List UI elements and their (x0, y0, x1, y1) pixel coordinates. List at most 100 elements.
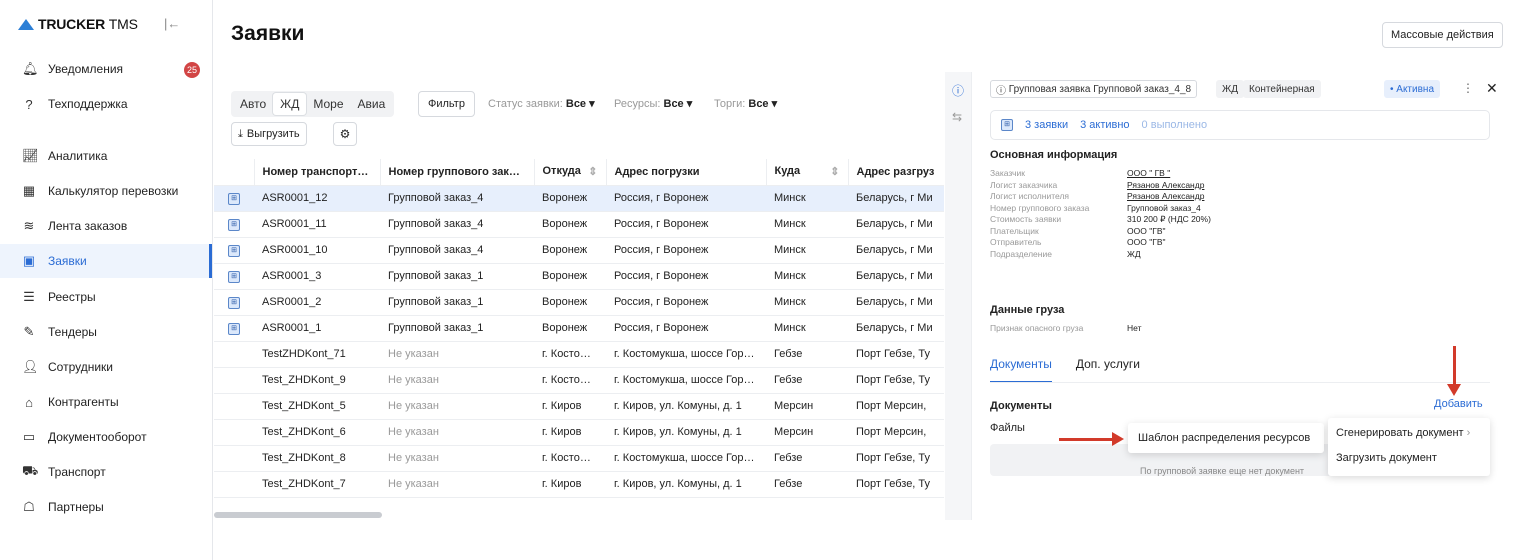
table-row[interactable]: Test_ZHDKont_8 Не указан г. Косто… г. Косто… (214, 445, 944, 472)
table-row[interactable]: Test_ZHDKont_5 Не указан г. Киров г. Киров,… (214, 393, 944, 420)
column-header[interactable]: Адрес разгруз (848, 159, 944, 186)
column-header[interactable]: Откуда ⇕ (534, 159, 607, 186)
add-document-link[interactable]: Добавить (1434, 398, 1483, 410)
table-cell: Не указан (380, 367, 534, 394)
info-label: Логист исполнителя (990, 191, 1070, 201)
table-row[interactable]: TestZHDKont_71 Не указан г. Косто… г. Косто… (214, 341, 944, 368)
tab-mode[interactable]: Море (306, 93, 350, 115)
truck-icon: ⛟ (22, 463, 39, 478)
table-cell: Гебзе (766, 471, 848, 498)
tab-documents[interactable]: Документы (990, 357, 1052, 383)
swap-icon[interactable]: ⇆ (952, 110, 962, 124)
table-row[interactable]: ⊞ ASR0001_2 Групповой заказ_1 Воронеж Россия… (214, 289, 944, 316)
table-row[interactable]: Test_ZHDKont_7 Не указан г. Киров г. Киров,… (214, 471, 944, 498)
table-cell: Воронеж (534, 237, 606, 264)
table-cell: Test_ZHDKont_7 (254, 471, 380, 498)
column-header[interactable]: Адрес погрузки (606, 159, 767, 186)
auctions-filter-dropdown[interactable]: Торги: Все ▾ (714, 97, 777, 110)
tab-mode[interactable]: Авто (233, 93, 273, 115)
sidebar-item[interactable]: 📈︎ Аналитика (0, 139, 212, 173)
tab-mode[interactable]: ЖД (273, 93, 307, 115)
table-cell: г. Косто… (534, 367, 606, 394)
table-cell: ASR0001_3 (254, 263, 380, 290)
container-chip: Контейнерная (1243, 80, 1321, 98)
tab-mode[interactable]: Авиа (351, 93, 393, 115)
resources-filter-dropdown[interactable]: Ресурсы: Все ▾ (614, 97, 692, 110)
sort-icon[interactable]: ⇕ (588, 165, 597, 178)
table-horizontal-scrollbar[interactable] (214, 512, 382, 518)
table-cell: Test_ZHDKont_6 (254, 419, 380, 446)
sidebar-item[interactable]: ⛟ Транспорт (0, 455, 212, 489)
table-cell: ASR0001_12 (254, 185, 380, 212)
collapse-sidebar-icon[interactable]: |← (164, 16, 180, 31)
mass-actions-button[interactable]: Массовые действия (1382, 22, 1503, 48)
generate-document-item[interactable]: Сгенерировать документ › (1336, 427, 1470, 439)
requests-count[interactable]: 3 заявки (1025, 119, 1068, 131)
info-value[interactable]: Рязанов Александр (1127, 180, 1204, 190)
sidebar-item[interactable]: ☰ Реестры (0, 280, 212, 314)
table-cell: Беларусь, г Ми (848, 289, 944, 316)
download-icon: ⤓ (238, 127, 243, 140)
column-header[interactable]: Куда ⇕ (766, 159, 849, 186)
sidebar-item[interactable]: ⌂ Контрагенты (0, 385, 212, 419)
sidebar-item[interactable]: 👤︎ Сотрудники (0, 350, 212, 384)
column-header[interactable]: Номер транспорти… (254, 159, 381, 186)
table-cell: г. Костомукша, шоссе Гор… (606, 367, 766, 394)
table-cell: Минск (766, 211, 848, 238)
column-header[interactable]: Номер группового заказа (380, 159, 535, 186)
info-value: ООО "ГВ" (1127, 225, 1166, 236)
info-icon[interactable]: ⓘ (952, 82, 964, 99)
sort-icon[interactable]: ⇕ (830, 165, 839, 178)
row-icon-cell (214, 445, 254, 472)
close-icon[interactable]: ✕ (1486, 80, 1498, 97)
table-cell: Гебзе (766, 341, 848, 368)
export-label: Выгрузить (246, 128, 300, 140)
status-filter-dropdown[interactable]: Статус заявки: Все ▾ (488, 97, 595, 110)
table-row[interactable]: Test_ZHDKont_6 Не указан г. Киров г. Киров,… (214, 419, 944, 446)
active-count[interactable]: 3 активно (1080, 119, 1129, 131)
table-row[interactable]: ⊞ ASR0001_10 Групповой заказ_4 Воронеж Росси… (214, 237, 944, 264)
table-row[interactable]: ⊞ ASR0001_12 Групповой заказ_4 Воронеж Росси… (214, 185, 944, 212)
feed-icon: ≋ (23, 218, 35, 233)
sidebar-item[interactable]: ▦ Калькулятор перевозки (0, 174, 212, 208)
settings-gear-icon[interactable]: ⚙ (333, 122, 357, 146)
table-row[interactable]: ⊞ ASR0001_1 Групповой заказ_1 Воронеж Россия… (214, 315, 944, 342)
table-row[interactable]: ⊞ ASR0001_11 Групповой заказ_4 Воронеж Росси… (214, 211, 944, 238)
logo[interactable]: TRUCKER TMS (18, 16, 138, 32)
more-options-icon[interactable]: ⋮ (1462, 81, 1474, 95)
sidebar-item[interactable]: ≋ Лента заказов (0, 209, 212, 243)
table-cell: г. Киров, ул. Комуны, д. 1 (606, 419, 766, 446)
table-cell: Россия, г Воронеж (606, 263, 766, 290)
row-icon-cell: ⊞ (214, 289, 254, 316)
table-row[interactable]: ⊞ ASR0001_3 Групповой заказ_1 Воронеж Россия… (214, 263, 944, 290)
upload-document-item[interactable]: Загрузить документ (1336, 452, 1437, 464)
table-cell: Россия, г Воронеж (606, 315, 766, 342)
sidebar-item-label: Реестры (48, 290, 96, 304)
sidebar-item[interactable]: ▣ Заявки (0, 244, 212, 278)
sidebar-item-label: Транспорт (48, 465, 106, 479)
group-request-icon: ⊞ (228, 245, 240, 257)
filter-button[interactable]: Фильтр (418, 91, 475, 117)
tab-extra-services[interactable]: Доп. услуги (1076, 357, 1140, 383)
table-row[interactable]: Test_ZHDKont_9 Не указан г. Косто… г. Косто… (214, 367, 944, 394)
sidebar-item[interactable]: ✎ Тендеры (0, 315, 212, 349)
done-count[interactable]: 0 выполнено (1142, 119, 1208, 131)
export-button[interactable]: ⤓ Выгрузить (231, 122, 307, 146)
sidebar-item[interactable]: 🔔︎ Уведомления 25 (0, 52, 212, 86)
calculator-icon: ▦ (22, 183, 36, 198)
group-request-icon: ⊞ (228, 193, 240, 205)
type-chip: ЖД (1216, 80, 1245, 98)
table-cell: ASR0001_1 (254, 315, 380, 342)
sidebar-item[interactable]: ▭ Документооборот (0, 420, 212, 454)
table-cell: г. Киров (534, 471, 606, 498)
sidebar-item-label: Партнеры (48, 500, 104, 514)
info-value[interactable]: ООО " ГВ " (1127, 168, 1170, 178)
template-menu-item[interactable]: Шаблон распределения ресурсов (1128, 423, 1324, 453)
info-label: Логист заказчика (990, 179, 1058, 190)
sidebar-item[interactable]: ? Техподдержка (0, 87, 212, 121)
group-request-chip[interactable]: ⓘ Групповая заявка Групповой заказ_4_8 (990, 80, 1198, 98)
sidebar-item[interactable]: ☖ Партнеры (0, 490, 212, 524)
row-icon-cell: ⊞ (214, 263, 254, 290)
table-cell: Групповой заказ_1 (380, 263, 534, 290)
info-value[interactable]: Рязанов Александр (1127, 191, 1204, 201)
